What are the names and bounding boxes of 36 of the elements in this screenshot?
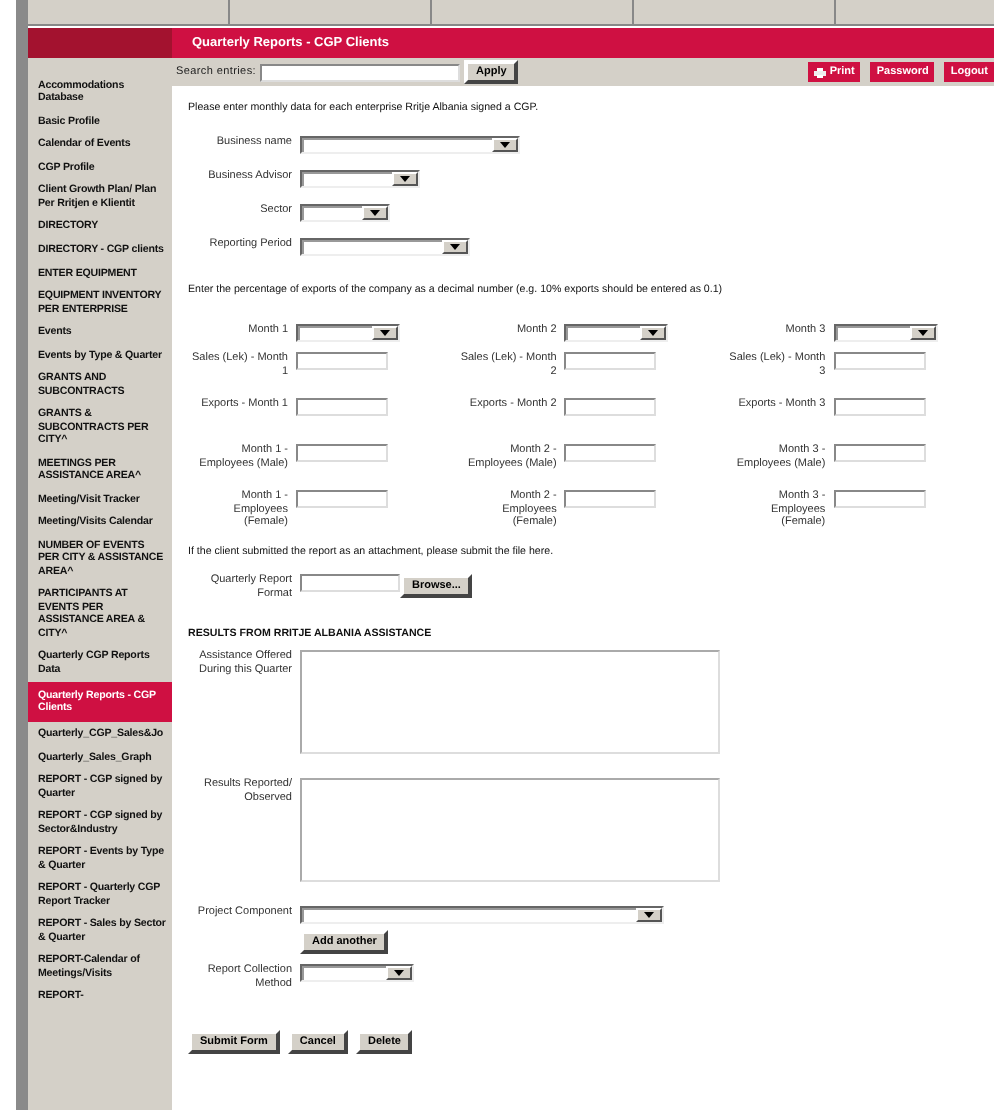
input-field[interactable] bbox=[833, 398, 926, 416]
input-field[interactable] bbox=[296, 490, 388, 508]
input-field[interactable] bbox=[833, 444, 926, 462]
input-field[interactable] bbox=[296, 444, 388, 462]
file-field[interactable] bbox=[300, 574, 400, 592]
input-field[interactable] bbox=[296, 398, 388, 416]
caret-icon bbox=[394, 970, 404, 976]
dropdown-field[interactable] bbox=[300, 203, 390, 221]
input-field[interactable] bbox=[833, 352, 926, 370]
dropdown-field[interactable] bbox=[564, 324, 669, 342]
input-field[interactable] bbox=[564, 444, 657, 462]
caret-icon bbox=[370, 209, 380, 215]
header-bar bbox=[28, 28, 172, 58]
caret-icon bbox=[917, 330, 928, 336]
caret-icon bbox=[400, 175, 410, 181]
text-area[interactable] bbox=[300, 778, 720, 882]
dropdown-field[interactable] bbox=[300, 237, 470, 255]
input-field[interactable] bbox=[564, 490, 657, 508]
printer-icon bbox=[813, 67, 826, 77]
search-field[interactable] bbox=[260, 63, 460, 81]
dropdown-field[interactable] bbox=[300, 135, 520, 153]
caret-icon bbox=[644, 912, 654, 918]
caret-icon bbox=[380, 330, 390, 336]
dropdown-field[interactable] bbox=[833, 324, 938, 342]
caret-icon bbox=[500, 141, 510, 147]
caret-icon bbox=[450, 243, 460, 249]
dropdown-field[interactable] bbox=[300, 169, 420, 187]
input-field[interactable] bbox=[833, 490, 926, 508]
input-field[interactable] bbox=[564, 352, 657, 370]
input-field[interactable] bbox=[296, 352, 388, 370]
caret-icon bbox=[648, 330, 659, 336]
dropdown-field[interactable] bbox=[300, 964, 414, 982]
dropdown-field[interactable] bbox=[296, 324, 400, 342]
dropdown-field[interactable] bbox=[300, 906, 664, 924]
input-field[interactable] bbox=[564, 398, 657, 416]
text-area[interactable] bbox=[300, 650, 720, 754]
